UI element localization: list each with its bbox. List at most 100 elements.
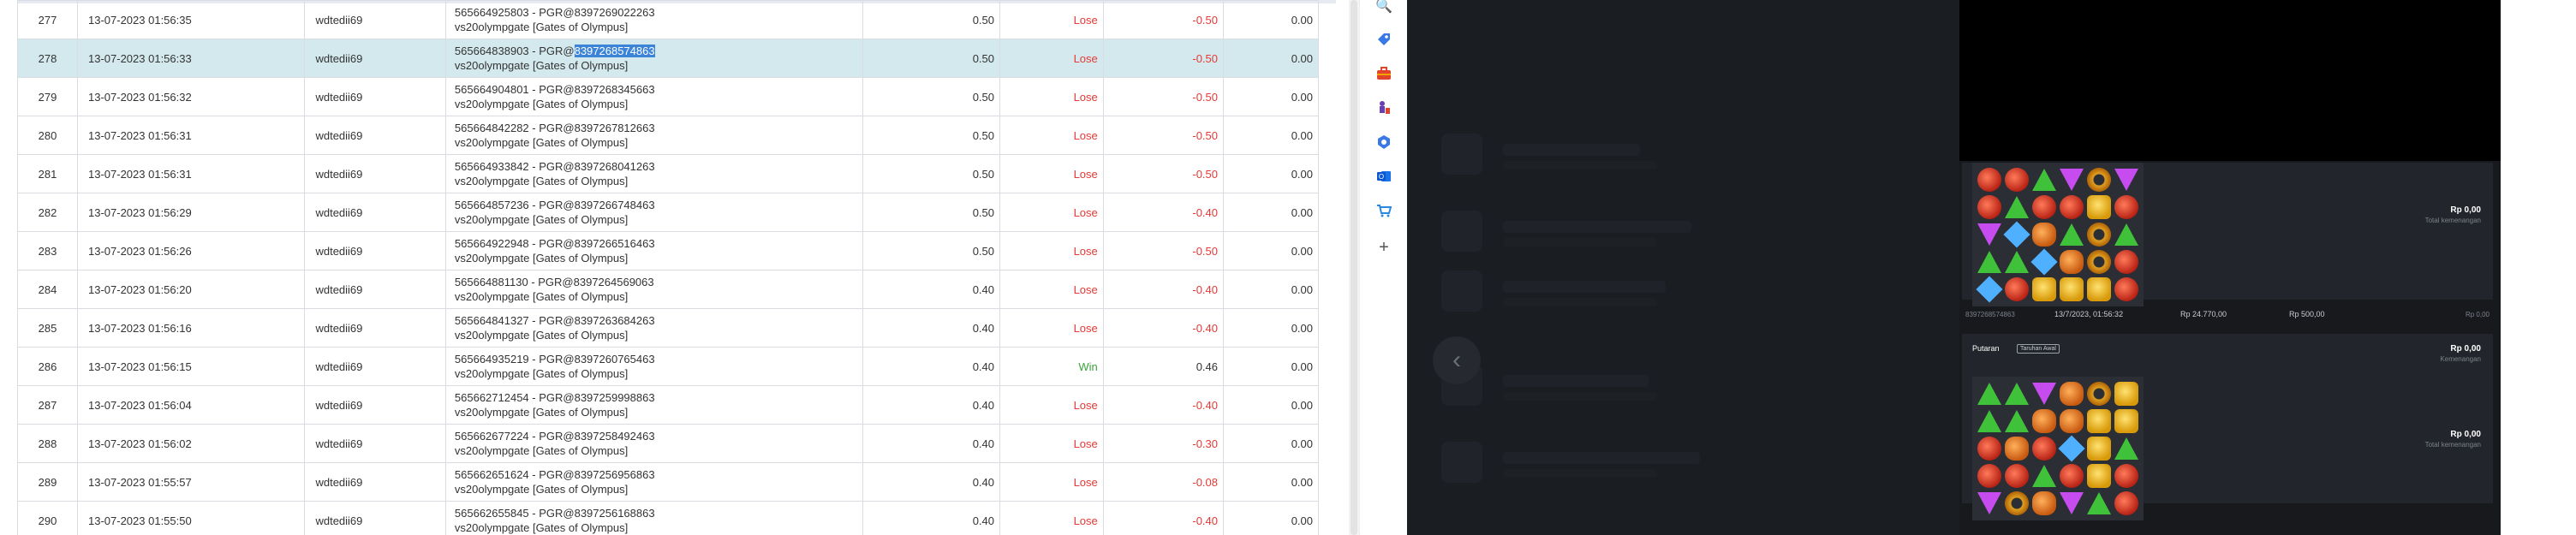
- balance: 0.00: [1223, 193, 1319, 232]
- result-label: Lose: [999, 0, 1104, 39]
- gem-symbol: [2060, 223, 2084, 246]
- table-row[interactable]: 280 13-07-2023 01:56:31 wdtedii69 565664842…: [17, 116, 1319, 155]
- gem-symbol: [2058, 435, 2085, 462]
- table-row[interactable]: 285 13-07-2023 01:56:16 wdtedii69 565664841…: [17, 308, 1319, 348]
- bet-amount: 0.50: [862, 39, 1001, 78]
- row-number: 284: [17, 270, 78, 309]
- win-loss-amount: -0.50: [1102, 77, 1225, 116]
- tag-icon[interactable]: [1375, 31, 1392, 48]
- transaction-date: 13-07-2023 01:56:35: [76, 0, 306, 39]
- total-win-amount: Rp 0,00: [2450, 430, 2481, 439]
- description-line2: vs20olympgate [Gates of Olympus]: [454, 521, 629, 534]
- gem-symbol: [2060, 250, 2084, 274]
- transaction-description: 565662677224 - PGR@8397258492463 vs20olym…: [444, 424, 864, 463]
- table-row[interactable]: 278 13-07-2023 01:56:33 wdtedii69 565664838…: [17, 39, 1319, 78]
- table-row[interactable]: 286 13-07-2023 01:56:15 wdtedii69 565664935…: [17, 347, 1319, 386]
- gem-symbol: [2032, 465, 2056, 487]
- gem-symbol: [2005, 464, 2029, 488]
- table-row[interactable]: 290 13-07-2023 01:55:50 wdtedii69 565662655…: [17, 501, 1319, 535]
- gem-symbol: [2087, 437, 2111, 461]
- gem-symbol: [2005, 437, 2029, 461]
- balance: 0.00: [1223, 501, 1319, 535]
- total-win-amount: Rp 0,00: [2450, 205, 2481, 215]
- gem-symbol: [2114, 223, 2138, 246]
- username: wdtedii69: [304, 424, 446, 463]
- row-number: 288: [17, 424, 78, 463]
- result-label: Lose: [999, 231, 1104, 270]
- gem-symbol: [2087, 277, 2111, 301]
- result-label: Lose: [999, 308, 1104, 348]
- gem-symbol: [2114, 250, 2138, 274]
- transaction-description: 565664935219 - PGR@8397260765463 vs20olym…: [444, 347, 864, 386]
- scrollbar-thumb[interactable]: [1351, 0, 1357, 535]
- description-line2: vs20olympgate [Gates of Olympus]: [454, 290, 629, 303]
- back-button[interactable]: ‹: [1433, 336, 1481, 384]
- balance: 0.00: [1223, 270, 1319, 309]
- bet-amount: 0.40: [862, 308, 1001, 348]
- reel-grid: [1972, 377, 2144, 520]
- table-row[interactable]: 287 13-07-2023 01:56:04 wdtedii69 565662712…: [17, 385, 1319, 425]
- shield-icon[interactable]: [1375, 134, 1392, 151]
- gem-symbol: [2087, 492, 2111, 514]
- row-number: 286: [17, 347, 78, 386]
- win-label: Kemenangan: [2440, 355, 2481, 363]
- status-badge: Taruhan Awal: [2017, 344, 2060, 354]
- result-label: Lose: [999, 424, 1104, 463]
- transaction-date: 13-07-2023 01:56:15: [76, 347, 306, 386]
- search-icon[interactable]: 🔍: [1375, 0, 1392, 15]
- chess-icon[interactable]: [1375, 99, 1392, 116]
- table-row[interactable]: 283 13-07-2023 01:56:26 wdtedii69 565664922…: [17, 231, 1319, 270]
- balance: 0.00: [1223, 424, 1319, 463]
- result-label: Lose: [999, 385, 1104, 425]
- shopping-cart-icon[interactable]: [1375, 202, 1392, 219]
- win-loss-amount: -0.50: [1102, 0, 1225, 39]
- balance: 0.00: [1223, 77, 1319, 116]
- description-line2: vs20olympgate [Gates of Olympus]: [454, 329, 629, 342]
- round-info-row: 8397268574863 13/7/2023, 01:56:32 Rp 24.…: [1962, 306, 2493, 325]
- transaction-table: 277 13-07-2023 01:56:35 wdtedii69 565664925…: [17, 0, 1319, 535]
- gem-symbol: [2087, 409, 2111, 433]
- balance: 0.00: [1223, 116, 1319, 155]
- transaction-date: 13-07-2023 01:56:32: [76, 77, 306, 116]
- gem-symbol: [1977, 223, 2001, 246]
- table-row[interactable]: 281 13-07-2023 01:56:31 wdtedii69 565664933…: [17, 154, 1319, 193]
- transaction-date: 13-07-2023 01:56:04: [76, 385, 306, 425]
- plus-icon[interactable]: +: [1375, 238, 1392, 257]
- gem-symbol: [1976, 276, 2003, 303]
- description-line2: vs20olympgate [Gates of Olympus]: [454, 213, 629, 226]
- row-number: 278: [17, 39, 78, 78]
- gem-symbol: [2087, 168, 2111, 192]
- selected-text[interactable]: 8397268574863: [574, 45, 655, 57]
- round-stake: Rp 500,00: [2289, 310, 2325, 318]
- gem-symbol: [2060, 409, 2084, 433]
- gem-symbol: [2087, 195, 2111, 219]
- round-bet: Rp 24.770,00: [2180, 310, 2227, 318]
- spin-result-card: Putaran Taruhan Awal Rp 0,00 Kemenangan …: [1962, 334, 2493, 520]
- win-loss-amount: -0.30: [1102, 424, 1225, 463]
- description-line2: vs20olympgate [Gates of Olympus]: [454, 406, 629, 419]
- table-row[interactable]: 279 13-07-2023 01:56:32 wdtedii69 565664904…: [17, 77, 1319, 116]
- table-row[interactable]: 284 13-07-2023 01:56:20 wdtedii69 565664881…: [17, 270, 1319, 309]
- game-app-window: ‹ Rp 0,00 Total kemenangan 8397268574863…: [1407, 0, 2501, 535]
- page-scrollbar[interactable]: [1349, 0, 1359, 535]
- list-item: [1441, 205, 1818, 257]
- total-win-label: Total kemenangan: [2424, 441, 2481, 449]
- gem-symbol: [2003, 221, 2030, 248]
- table-row[interactable]: 277 13-07-2023 01:56:35 wdtedii69 565664925…: [17, 0, 1319, 39]
- dimmed-menu-background: ‹: [1407, 0, 1959, 535]
- list-item: [1441, 265, 1818, 317]
- transaction-date: 13-07-2023 01:56:31: [76, 116, 306, 155]
- table-row[interactable]: 282 13-07-2023 01:56:29 wdtedii69 565664857…: [17, 193, 1319, 232]
- result-label: Lose: [999, 116, 1104, 155]
- gem-symbol: [2032, 195, 2056, 219]
- row-number: 279: [17, 77, 78, 116]
- result-label: Lose: [999, 154, 1104, 193]
- outlook-icon[interactable]: O: [1375, 168, 1392, 185]
- table-row[interactable]: 288 13-07-2023 01:56:02 wdtedii69 565662677…: [17, 424, 1319, 463]
- svg-text:O: O: [1379, 173, 1384, 181]
- toolbox-icon[interactable]: [1375, 65, 1392, 82]
- description-line2: vs20olympgate [Gates of Olympus]: [454, 175, 629, 187]
- table-row[interactable]: 289 13-07-2023 01:55:57 wdtedii69 565662651…: [17, 462, 1319, 502]
- username: wdtedii69: [304, 308, 446, 348]
- gem-symbol: [2030, 248, 2058, 276]
